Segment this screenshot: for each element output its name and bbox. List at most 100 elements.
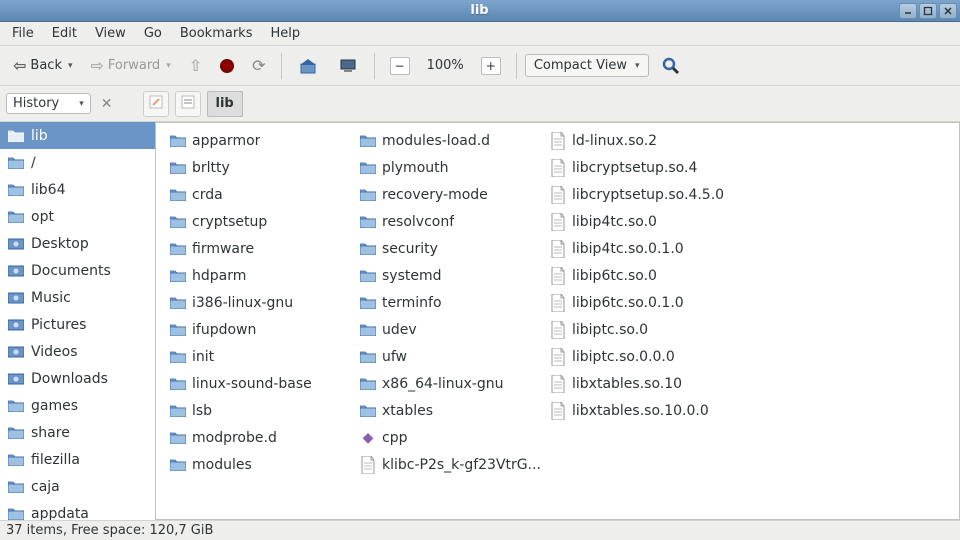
- file-item[interactable]: udev: [358, 316, 548, 343]
- back-button[interactable]: ⇦ Back ▾: [6, 51, 80, 80]
- sidebar-item-lib[interactable]: lib: [0, 122, 155, 149]
- menu-bookmarks[interactable]: Bookmarks: [172, 23, 261, 44]
- file-item[interactable]: ld-linux.so.2: [548, 127, 738, 154]
- file-item[interactable]: recovery-mode: [358, 181, 548, 208]
- menu-edit[interactable]: Edit: [44, 23, 85, 44]
- menu-help[interactable]: Help: [262, 23, 308, 44]
- sidebar-item-[interactable]: /: [0, 149, 155, 176]
- file-item-label: hdparm: [192, 268, 246, 284]
- window-title: lib: [60, 3, 899, 18]
- maximize-button[interactable]: [919, 3, 937, 19]
- file-item[interactable]: klibc-P2s_k-gf23VtrG...: [358, 451, 548, 478]
- view-mode-select[interactable]: Compact View ▾: [525, 54, 649, 77]
- file-item[interactable]: init: [168, 343, 358, 370]
- sidebar-item-filezilla[interactable]: filezilla: [0, 446, 155, 473]
- file-item[interactable]: resolvconf: [358, 208, 548, 235]
- close-button[interactable]: [939, 3, 957, 19]
- file-item[interactable]: libcryptsetup.so.4: [548, 154, 738, 181]
- zoom-out-button[interactable]: −: [383, 52, 417, 80]
- file-item[interactable]: firmware: [168, 235, 358, 262]
- file-item[interactable]: modules: [168, 451, 358, 478]
- file-icon: [360, 456, 376, 474]
- close-panel-button[interactable]: ✕: [97, 96, 117, 112]
- file-icon: [550, 267, 566, 285]
- file-item[interactable]: libiptc.so.0: [548, 316, 738, 343]
- file-item[interactable]: libiptc.so.0.0.0: [548, 343, 738, 370]
- chevron-down-icon[interactable]: ▾: [68, 61, 73, 71]
- sidebar-item-videos[interactable]: Videos: [0, 338, 155, 365]
- file-item[interactable]: ◆cpp: [358, 424, 548, 451]
- file-item[interactable]: i386-linux-gnu: [168, 289, 358, 316]
- search-button[interactable]: [653, 51, 689, 81]
- file-item-label: ifupdown: [192, 322, 256, 338]
- reload-button[interactable]: ⟳: [245, 51, 272, 80]
- sidebar-item-desktop[interactable]: Desktop: [0, 230, 155, 257]
- file-item[interactable]: libip4tc.so.0.1.0: [548, 235, 738, 262]
- sidebar-item-opt[interactable]: opt: [0, 203, 155, 230]
- sidebar-item-downloads[interactable]: Downloads: [0, 365, 155, 392]
- file-item[interactable]: xtables: [358, 397, 548, 424]
- file-view[interactable]: apparmor brltty crdacryptsetup firmware hdpa…: [156, 122, 960, 520]
- file-item[interactable]: libip6tc.so.0: [548, 262, 738, 289]
- menu-go[interactable]: Go: [136, 23, 170, 44]
- computer-button[interactable]: [330, 51, 366, 81]
- reload-icon: ⟳: [252, 56, 265, 75]
- file-item-label: ufw: [382, 349, 407, 365]
- file-item[interactable]: apparmor: [168, 127, 358, 154]
- file-item[interactable]: terminfo: [358, 289, 548, 316]
- stop-button[interactable]: [213, 54, 241, 78]
- edit-location-button[interactable]: [143, 91, 169, 117]
- file-item[interactable]: security: [358, 235, 548, 262]
- file-item[interactable]: libxtables.so.10.0.0: [548, 397, 738, 424]
- file-item[interactable]: hdparm: [168, 262, 358, 289]
- drive-icon: [8, 318, 24, 331]
- file-item-label: firmware: [192, 241, 254, 257]
- file-item[interactable]: ifupdown: [168, 316, 358, 343]
- folder-icon: [360, 188, 376, 201]
- sidebar-item-lib64[interactable]: lib64: [0, 176, 155, 203]
- up-button[interactable]: ⇧: [182, 51, 209, 80]
- zoom-in-button[interactable]: +: [474, 52, 508, 80]
- file-item[interactable]: x86_64-linux-gnu: [358, 370, 548, 397]
- file-item[interactable]: libcryptsetup.so.4.5.0: [548, 181, 738, 208]
- side-panel-select[interactable]: History ▾: [6, 93, 91, 114]
- file-item[interactable]: brltty: [168, 154, 358, 181]
- menu-file[interactable]: File: [4, 23, 42, 44]
- sidebar-item-caja[interactable]: caja: [0, 473, 155, 500]
- zoom-level: 100%: [421, 58, 470, 73]
- sidebar-item-music[interactable]: Music: [0, 284, 155, 311]
- sidebar-item-documents[interactable]: Documents: [0, 257, 155, 284]
- sidebar-item-games[interactable]: games: [0, 392, 155, 419]
- menu-view[interactable]: View: [87, 23, 134, 44]
- sidebar-item-pictures[interactable]: Pictures: [0, 311, 155, 338]
- minimize-button[interactable]: [899, 3, 917, 19]
- folder-icon: [360, 350, 376, 363]
- file-item-label: brltty: [192, 160, 230, 176]
- file-item[interactable]: plymouth: [358, 154, 548, 181]
- forward-button[interactable]: ⇨ Forward ▾: [84, 51, 178, 80]
- file-item[interactable]: ufw: [358, 343, 548, 370]
- toggle-location-button[interactable]: [175, 91, 201, 117]
- sidebar-item-appdata[interactable]: appdata: [0, 500, 155, 520]
- forward-arrow-icon: ⇨: [91, 56, 104, 75]
- file-item[interactable]: modules-load.d: [358, 127, 548, 154]
- chevron-down-icon[interactable]: ▾: [166, 61, 171, 71]
- file-item[interactable]: systemd: [358, 262, 548, 289]
- sidebar-item-share[interactable]: share: [0, 419, 155, 446]
- file-item[interactable]: linux-sound-base: [168, 370, 358, 397]
- file-item[interactable]: libip4tc.so.0: [548, 208, 738, 235]
- zoom-out-icon: −: [390, 57, 410, 75]
- sidebar-item-label: Pictures: [31, 317, 86, 333]
- path-segment-lib[interactable]: lib: [207, 91, 243, 117]
- file-item-label: libiptc.so.0.0.0: [572, 349, 675, 365]
- file-item[interactable]: modprobe.d: [168, 424, 358, 451]
- file-item[interactable]: lsb: [168, 397, 358, 424]
- file-item-label: xtables: [382, 403, 433, 419]
- file-item[interactable]: cryptsetup: [168, 208, 358, 235]
- folder-icon: [8, 426, 24, 439]
- folder-icon: [360, 404, 376, 417]
- file-item[interactable]: libip6tc.so.0.1.0: [548, 289, 738, 316]
- file-item[interactable]: crda: [168, 181, 358, 208]
- file-item[interactable]: libxtables.so.10: [548, 370, 738, 397]
- home-button[interactable]: [290, 51, 326, 81]
